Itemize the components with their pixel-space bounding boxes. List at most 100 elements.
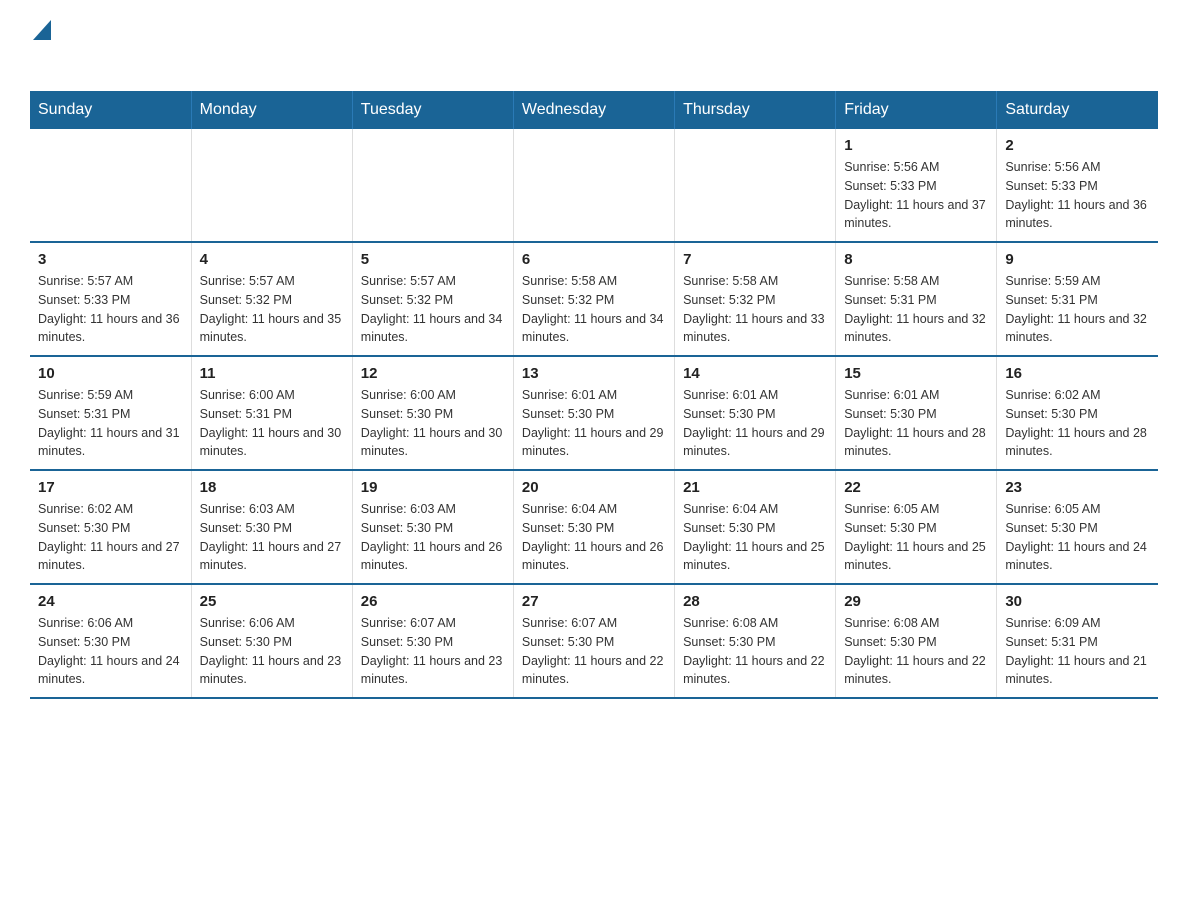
calendar-cell: 26 Sunrise: 6:07 AM Sunset: 5:30 PM Dayli…: [352, 584, 513, 698]
day-number: 5: [361, 251, 505, 268]
day-info: Sunrise: 6:05 AM Sunset: 5:30 PM Dayligh…: [844, 500, 988, 575]
day-info: Sunrise: 6:03 AM Sunset: 5:30 PM Dayligh…: [361, 500, 505, 575]
calendar-cell: [675, 129, 836, 242]
day-info: Sunrise: 6:08 AM Sunset: 5:30 PM Dayligh…: [683, 614, 827, 689]
calendar-cell: 5Sunrise: 5:57 AM Sunset: 5:32 PM Daylig…: [352, 242, 513, 356]
calendar-cell: 16 Sunrise: 6:02 AM Sunset: 5:30 PM Dayli…: [997, 356, 1158, 470]
calendar-cell: 29 Sunrise: 6:08 AM Sunset: 5:30 PM Dayli…: [836, 584, 997, 698]
calendar-header-thursday: Thursday: [675, 91, 836, 129]
calendar-cell: 9 Sunrise: 5:59 AM Sunset: 5:31 PM Daylig…: [997, 242, 1158, 356]
day-number: 7: [683, 251, 827, 268]
day-number: 16: [1005, 365, 1150, 382]
calendar-week-row: 3 Sunrise: 5:57 AM Sunset: 5:33 PM Daylig…: [30, 242, 1158, 356]
calendar-week-row: 1 Sunrise: 5:56 AM Sunset: 5:33 PM Daylig…: [30, 129, 1158, 242]
calendar-week-row: 10 Sunrise: 5:59 AM Sunset: 5:31 PM Dayli…: [30, 356, 1158, 470]
calendar-cell: 8 Sunrise: 5:58 AM Sunset: 5:31 PM Daylig…: [836, 242, 997, 356]
logo: [30, 20, 51, 71]
day-number: 9: [1005, 251, 1150, 268]
day-number: 30: [1005, 593, 1150, 610]
day-info: Sunrise: 6:07 AM Sunset: 5:30 PM Dayligh…: [522, 614, 666, 689]
day-info: Sunrise: 6:00 AM Sunset: 5:30 PM Dayligh…: [361, 386, 505, 461]
day-number: 21: [683, 479, 827, 496]
day-info: Sunrise: 6:09 AM Sunset: 5:31 PM Dayligh…: [1005, 614, 1150, 689]
day-number: 14: [683, 365, 827, 382]
day-number: 10: [38, 365, 183, 382]
calendar-cell: 20 Sunrise: 6:04 AM Sunset: 5:30 PM Dayli…: [513, 470, 674, 584]
day-number: 6: [522, 251, 666, 268]
day-number: 18: [200, 479, 344, 496]
day-info: Sunrise: 5:59 AM Sunset: 5:31 PM Dayligh…: [38, 386, 183, 461]
calendar-cell: 3 Sunrise: 5:57 AM Sunset: 5:33 PM Daylig…: [30, 242, 191, 356]
day-number: 29: [844, 593, 988, 610]
calendar-cell: 18 Sunrise: 6:03 AM Sunset: 5:30 PM Dayli…: [191, 470, 352, 584]
calendar-header-friday: Friday: [836, 91, 997, 129]
day-info: Sunrise: 6:01 AM Sunset: 5:30 PM Dayligh…: [844, 386, 988, 461]
day-number: 15: [844, 365, 988, 382]
day-number: 12: [361, 365, 505, 382]
day-number: 20: [522, 479, 666, 496]
day-number: 27: [522, 593, 666, 610]
calendar-header-saturday: Saturday: [997, 91, 1158, 129]
calendar-cell: [513, 129, 674, 242]
day-number: 17: [38, 479, 183, 496]
day-number: 26: [361, 593, 505, 610]
calendar-cell: 22 Sunrise: 6:05 AM Sunset: 5:30 PM Dayli…: [836, 470, 997, 584]
day-number: 28: [683, 593, 827, 610]
day-info: Sunrise: 5:59 AM Sunset: 5:31 PM Dayligh…: [1005, 272, 1150, 347]
day-number: 2: [1005, 137, 1150, 154]
day-info: Sunrise: 5:57 AM Sunset: 5:33 PM Dayligh…: [38, 272, 183, 347]
calendar-week-row: 17 Sunrise: 6:02 AM Sunset: 5:30 PM Dayli…: [30, 470, 1158, 584]
calendar-cell: 11 Sunrise: 6:00 AM Sunset: 5:31 PM Dayli…: [191, 356, 352, 470]
day-info: Sunrise: 5:58 AM Sunset: 5:32 PM Dayligh…: [522, 272, 666, 347]
logo-triangle-icon: [33, 20, 51, 40]
day-number: 24: [38, 593, 183, 610]
day-info: Sunrise: 6:01 AM Sunset: 5:30 PM Dayligh…: [522, 386, 666, 461]
day-number: 22: [844, 479, 988, 496]
day-number: 13: [522, 365, 666, 382]
day-info: Sunrise: 6:02 AM Sunset: 5:30 PM Dayligh…: [1005, 386, 1150, 461]
calendar-cell: [191, 129, 352, 242]
day-info: Sunrise: 6:02 AM Sunset: 5:30 PM Dayligh…: [38, 500, 183, 575]
day-number: 1: [844, 137, 988, 154]
calendar-header-wednesday: Wednesday: [513, 91, 674, 129]
calendar-header-tuesday: Tuesday: [352, 91, 513, 129]
day-info: Sunrise: 5:58 AM Sunset: 5:31 PM Dayligh…: [844, 272, 988, 347]
day-info: Sunrise: 6:00 AM Sunset: 5:31 PM Dayligh…: [200, 386, 344, 461]
calendar-cell: 25Sunrise: 6:06 AM Sunset: 5:30 PM Dayli…: [191, 584, 352, 698]
day-number: 8: [844, 251, 988, 268]
calendar-cell: 27 Sunrise: 6:07 AM Sunset: 5:30 PM Dayli…: [513, 584, 674, 698]
calendar-cell: 15 Sunrise: 6:01 AM Sunset: 5:30 PM Dayli…: [836, 356, 997, 470]
day-info: Sunrise: 5:58 AM Sunset: 5:32 PM Dayligh…: [683, 272, 827, 347]
day-info: Sunrise: 5:56 AM Sunset: 5:33 PM Dayligh…: [1005, 158, 1150, 233]
calendar-cell: 2 Sunrise: 5:56 AM Sunset: 5:33 PM Daylig…: [997, 129, 1158, 242]
day-number: 11: [200, 365, 344, 382]
day-info: Sunrise: 5:57 AM Sunset: 5:32 PM Dayligh…: [200, 272, 344, 347]
calendar-cell: 28 Sunrise: 6:08 AM Sunset: 5:30 PM Dayli…: [675, 584, 836, 698]
calendar-week-row: 24 Sunrise: 6:06 AM Sunset: 5:30 PM Dayli…: [30, 584, 1158, 698]
day-info: Sunrise: 6:07 AM Sunset: 5:30 PM Dayligh…: [361, 614, 505, 689]
calendar-cell: 30 Sunrise: 6:09 AM Sunset: 5:31 PM Dayli…: [997, 584, 1158, 698]
calendar-cell: 6 Sunrise: 5:58 AM Sunset: 5:32 PM Daylig…: [513, 242, 674, 356]
day-number: 25: [200, 593, 344, 610]
day-info: Sunrise: 6:04 AM Sunset: 5:30 PM Dayligh…: [522, 500, 666, 575]
day-info: Sunrise: 6:06 AM Sunset: 5:30 PM Dayligh…: [38, 614, 183, 689]
calendar-cell: 17 Sunrise: 6:02 AM Sunset: 5:30 PM Dayli…: [30, 470, 191, 584]
calendar-cell: 12 Sunrise: 6:00 AM Sunset: 5:30 PM Dayli…: [352, 356, 513, 470]
day-info: Sunrise: 6:03 AM Sunset: 5:30 PM Dayligh…: [200, 500, 344, 575]
calendar-cell: 4Sunrise: 5:57 AM Sunset: 5:32 PM Daylig…: [191, 242, 352, 356]
calendar-table: SundayMondayTuesdayWednesdayThursdayFrid…: [30, 91, 1158, 699]
day-number: 23: [1005, 479, 1150, 496]
calendar-header-sunday: Sunday: [30, 91, 191, 129]
calendar-cell: 24 Sunrise: 6:06 AM Sunset: 5:30 PM Dayli…: [30, 584, 191, 698]
day-number: 3: [38, 251, 183, 268]
day-number: 19: [361, 479, 505, 496]
calendar-cell: 7 Sunrise: 5:58 AM Sunset: 5:32 PM Daylig…: [675, 242, 836, 356]
calendar-cell: 1Sunrise: 5:56 AM Sunset: 5:33 PM Daylig…: [836, 129, 997, 242]
day-info: Sunrise: 6:08 AM Sunset: 5:30 PM Dayligh…: [844, 614, 988, 689]
calendar-cell: 13 Sunrise: 6:01 AM Sunset: 5:30 PM Dayli…: [513, 356, 674, 470]
day-info: Sunrise: 6:05 AM Sunset: 5:30 PM Dayligh…: [1005, 500, 1150, 575]
calendar-cell: [352, 129, 513, 242]
page-header: [30, 20, 1158, 71]
calendar-cell: [30, 129, 191, 242]
calendar-cell: 21Sunrise: 6:04 AM Sunset: 5:30 PM Dayli…: [675, 470, 836, 584]
